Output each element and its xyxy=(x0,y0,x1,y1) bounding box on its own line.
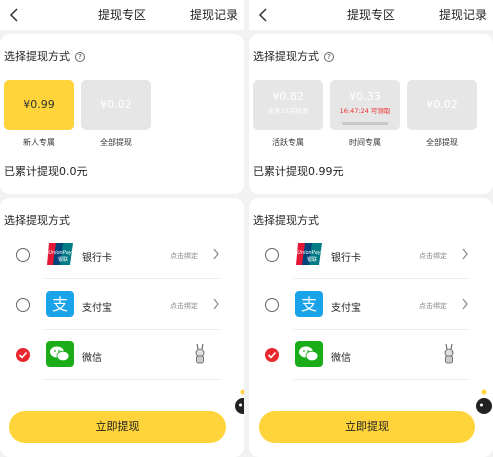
option-timed[interactable]: ¥0.33 16:47:24 可领取 xyxy=(330,80,400,130)
option-withdraw-all[interactable]: ¥0.02 xyxy=(81,80,151,130)
wechat-icon xyxy=(295,341,323,367)
radio-wechat[interactable] xyxy=(16,348,30,362)
option-active[interactable]: ¥0.82 还差15活跃度 xyxy=(253,80,323,130)
withdraw-screen-right: 提现专区 提现记录 选择提现方式? ¥0.82 还差15活跃度 活跃专属 ¥0.… xyxy=(249,0,493,457)
option-label: 全部提现 xyxy=(426,138,458,147)
header: 提现专区 提现记录 xyxy=(249,0,493,30)
option-sub: 还差15活跃度 xyxy=(267,107,309,115)
header: 提现专区 提现记录 xyxy=(0,0,244,30)
help-icon[interactable]: ? xyxy=(324,52,334,62)
bind-link[interactable]: 点击绑定 xyxy=(170,301,198,311)
withdraw-record-link[interactable]: 提现记录 xyxy=(439,6,487,23)
divider xyxy=(44,379,220,380)
radio-bank-card[interactable] xyxy=(265,248,279,262)
alipay-glyph: 支 xyxy=(52,295,68,314)
unionpay-cn-text: 银联 xyxy=(307,256,317,263)
check-icon xyxy=(18,351,28,359)
divider xyxy=(293,278,469,279)
payment-section-title: 选择提现方式 xyxy=(253,214,319,227)
chevron-right-icon[interactable] xyxy=(461,248,469,260)
divider xyxy=(293,329,469,330)
withdraw-now-button[interactable]: 立即提现 xyxy=(259,411,475,443)
option-label: 活跃专属 xyxy=(272,138,304,147)
check-icon xyxy=(267,351,277,359)
method-name: 银行卡 xyxy=(82,253,112,264)
unionpay-icon: UnionPay 银联 xyxy=(295,241,323,267)
section-title: 选择提现方式? xyxy=(253,48,334,64)
withdraw-now-button[interactable]: 立即提现 xyxy=(9,411,226,443)
section-title-text: 选择提现方式 xyxy=(253,50,319,63)
help-icon[interactable]: ? xyxy=(75,52,85,62)
method-name: 支付宝 xyxy=(82,303,112,314)
countdown-text: 16:47:24 可领取 xyxy=(339,107,391,115)
mascot-icon xyxy=(442,343,456,365)
option-label: 新人专属 xyxy=(23,138,55,147)
floating-mascot-icon[interactable] xyxy=(234,386,244,416)
radio-alipay[interactable] xyxy=(265,298,279,312)
alipay-icon: 支 xyxy=(46,291,74,317)
bind-link[interactable]: 点击绑定 xyxy=(419,251,447,261)
bind-link[interactable]: 点击绑定 xyxy=(170,251,198,261)
unionpay-cn-text: 银联 xyxy=(58,256,68,263)
section-title-text: 选择提现方式 xyxy=(4,50,70,63)
progress-bar xyxy=(342,122,388,125)
withdraw-record-link[interactable]: 提现记录 xyxy=(190,6,238,23)
alipay-glyph: 支 xyxy=(301,295,317,314)
option-amount: ¥0.02 xyxy=(100,98,132,111)
payment-section-title: 选择提现方式 xyxy=(4,214,70,227)
method-name: 微信 xyxy=(82,353,102,364)
option-amount: ¥0.33 xyxy=(349,90,381,103)
radio-wechat[interactable] xyxy=(265,348,279,362)
method-name: 微信 xyxy=(331,353,351,364)
chevron-right-icon[interactable] xyxy=(212,248,220,260)
divider xyxy=(293,379,469,380)
method-name: 支付宝 xyxy=(331,303,361,314)
option-amount: ¥0.82 xyxy=(272,90,304,103)
option-label: 全部提现 xyxy=(100,138,132,147)
chevron-right-icon[interactable] xyxy=(212,298,220,310)
total-withdrawn: 已累计提现0.0元 xyxy=(4,165,88,178)
unionpay-text: UnionPay xyxy=(297,250,322,256)
floating-mascot-icon[interactable] xyxy=(475,386,493,416)
radio-bank-card[interactable] xyxy=(16,248,30,262)
total-withdrawn: 已累计提现0.99元 xyxy=(253,165,344,178)
withdraw-screen-left: 提现专区 提现记录 选择提现方式? ¥0.99 新人专属 ¥0.02 全部提现 … xyxy=(0,0,244,457)
divider xyxy=(44,278,220,279)
unionpay-text: UnionPay xyxy=(48,250,73,256)
divider xyxy=(44,329,220,330)
method-name: 银行卡 xyxy=(331,253,361,264)
option-withdraw-all[interactable]: ¥0.02 xyxy=(407,80,477,130)
bind-link[interactable]: 点击绑定 xyxy=(419,301,447,311)
option-amount: ¥0.02 xyxy=(426,98,458,111)
alipay-icon: 支 xyxy=(295,291,323,317)
chevron-right-icon[interactable] xyxy=(461,298,469,310)
wechat-icon xyxy=(46,341,74,367)
mascot-icon xyxy=(193,343,207,365)
option-amount: ¥0.99 xyxy=(23,98,55,111)
radio-alipay[interactable] xyxy=(16,298,30,312)
unionpay-icon: UnionPay 银联 xyxy=(46,241,74,267)
option-newcomer[interactable]: ¥0.99 xyxy=(4,80,74,130)
section-title: 选择提现方式? xyxy=(4,48,85,64)
option-label: 时间专属 xyxy=(349,138,381,147)
